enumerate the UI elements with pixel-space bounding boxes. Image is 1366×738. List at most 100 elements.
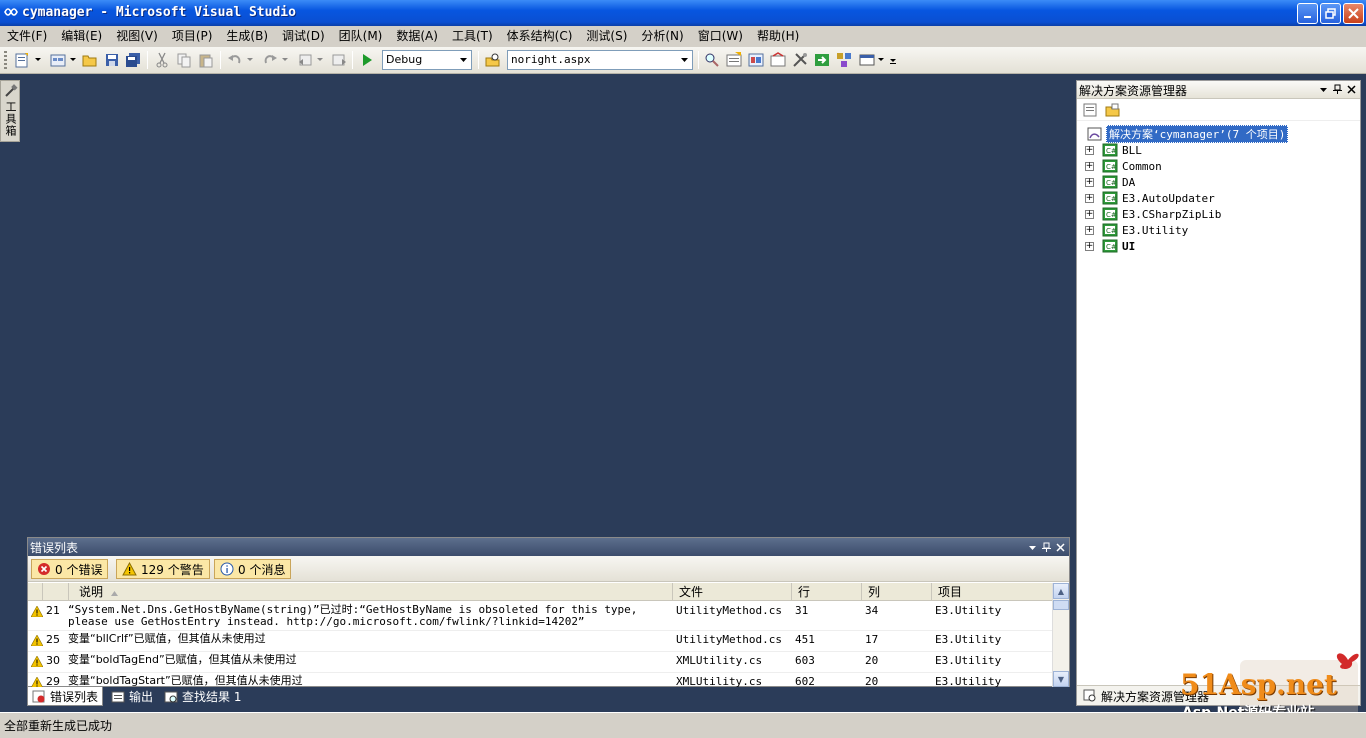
row-column: 17 bbox=[865, 633, 879, 646]
project-label: E3.Utility bbox=[1122, 223, 1189, 237]
column-line[interactable]: 行 bbox=[792, 583, 862, 601]
auto-hide-pin-icon[interactable] bbox=[1333, 83, 1342, 97]
window-title: cymanager - Microsoft Visual Studio bbox=[22, 5, 296, 20]
menu-project[interactable]: 项目(P) bbox=[165, 26, 220, 47]
project-node[interactable]: + C# E3.AutoUpdater bbox=[1085, 190, 1215, 206]
table-row[interactable]: 25 变量“bllCrlf”已赋值，但其值从未使用过 UtilityMethod… bbox=[28, 631, 1052, 652]
menu-test[interactable]: 测试(S) bbox=[579, 26, 634, 47]
project-node[interactable]: + C# E3.CSharpZipLib bbox=[1085, 206, 1221, 222]
dropdown-arrow-icon[interactable] bbox=[315, 51, 325, 69]
expand-icon[interactable]: + bbox=[1085, 225, 1094, 235]
new-project-icon[interactable] bbox=[13, 51, 31, 69]
menu-data[interactable]: 数据(A) bbox=[389, 26, 445, 47]
command-window-icon[interactable] bbox=[858, 51, 876, 69]
save-all-icon[interactable] bbox=[124, 51, 142, 69]
table-row[interactable]: 29 变量“boldTagStart”已赋值，但其值从未使用过 XMLUtili… bbox=[28, 673, 1052, 687]
toolbar-grip[interactable] bbox=[4, 51, 7, 69]
expand-icon[interactable]: + bbox=[1085, 177, 1094, 187]
restore-button[interactable] bbox=[1320, 3, 1341, 24]
redo-icon[interactable] bbox=[261, 51, 279, 69]
column-description[interactable]: 说明 bbox=[69, 583, 673, 601]
messages-filter-button[interactable]: 0 个消息 bbox=[214, 559, 292, 579]
auto-hide-pin-icon[interactable] bbox=[1042, 541, 1051, 555]
class-view-icon[interactable] bbox=[835, 51, 853, 69]
undo-icon[interactable] bbox=[226, 51, 244, 69]
menu-edit[interactable]: 编辑(E) bbox=[54, 26, 109, 47]
column-icon[interactable] bbox=[28, 583, 43, 601]
menu-team[interactable]: 团队(M) bbox=[332, 26, 390, 47]
find-in-files-icon[interactable] bbox=[484, 51, 502, 69]
menu-window[interactable]: 窗口(W) bbox=[691, 26, 750, 47]
tab-error-list[interactable]: 错误列表 bbox=[27, 687, 104, 706]
navigate-backward-icon[interactable] bbox=[297, 51, 315, 69]
column-project[interactable]: 项目 bbox=[932, 583, 1052, 601]
error-list-scrollbar[interactable]: ▲ ▼ bbox=[1052, 583, 1069, 687]
expand-icon[interactable]: + bbox=[1085, 241, 1094, 251]
scroll-up-icon[interactable]: ▲ bbox=[1053, 583, 1069, 599]
toolbox-tab[interactable]: 工具箱 bbox=[0, 80, 20, 142]
column-index[interactable] bbox=[43, 583, 69, 601]
dropdown-arrow-icon[interactable] bbox=[245, 51, 255, 69]
menu-architecture[interactable]: 体系结构(C) bbox=[500, 26, 580, 47]
menu-help[interactable]: 帮助(H) bbox=[750, 26, 806, 47]
navigate-forward-icon[interactable] bbox=[330, 51, 348, 69]
cut-icon[interactable] bbox=[153, 51, 171, 69]
tab-output[interactable]: 输出 bbox=[107, 687, 157, 706]
menu-file[interactable]: 文件(F) bbox=[0, 26, 54, 47]
properties-icon[interactable] bbox=[725, 51, 743, 69]
close-icon[interactable] bbox=[1056, 541, 1065, 555]
import-icon[interactable] bbox=[813, 51, 831, 69]
row-project: E3.Utility bbox=[935, 633, 1002, 646]
tab-find-results[interactable]: 查找结果 1 bbox=[160, 687, 245, 706]
dropdown-arrow-icon[interactable] bbox=[33, 51, 43, 69]
dropdown-arrow-icon[interactable] bbox=[876, 51, 886, 69]
copy-icon[interactable] bbox=[175, 51, 193, 69]
solution-root-node[interactable]: 解决方案‘cymanager’(7 个项目) bbox=[1087, 125, 1289, 143]
scroll-thumb[interactable] bbox=[1053, 600, 1069, 610]
show-all-files-icon[interactable] bbox=[1105, 103, 1120, 120]
bottom-tool-tabs: 错误列表 输出 查找结果 1 bbox=[27, 687, 327, 707]
expand-icon[interactable]: + bbox=[1085, 209, 1094, 219]
start-page-select[interactable]: noright.aspx bbox=[507, 50, 693, 70]
errors-filter-button[interactable]: 0 个错误 bbox=[31, 559, 109, 579]
warnings-filter-button[interactable]: 129 个警告 bbox=[116, 559, 210, 579]
dropdown-arrow-icon[interactable] bbox=[68, 51, 78, 69]
toolbox-icon[interactable] bbox=[769, 51, 787, 69]
menu-view[interactable]: 视图(V) bbox=[109, 26, 165, 47]
column-column[interactable]: 列 bbox=[862, 583, 932, 601]
project-node[interactable]: + C# DA bbox=[1085, 174, 1135, 190]
object-browser-icon[interactable] bbox=[747, 51, 765, 69]
menu-analyze[interactable]: 分析(N) bbox=[634, 26, 690, 47]
menu-debug[interactable]: 调试(D) bbox=[275, 26, 332, 47]
project-node[interactable]: + C# Common bbox=[1085, 158, 1162, 174]
project-node[interactable]: + C# BLL bbox=[1085, 142, 1142, 158]
project-node[interactable]: + C# UI bbox=[1085, 238, 1135, 254]
start-debugging-icon[interactable] bbox=[358, 51, 376, 69]
dropdown-arrow-icon[interactable] bbox=[280, 51, 290, 69]
properties-icon[interactable] bbox=[1083, 103, 1098, 120]
minimize-button[interactable] bbox=[1297, 3, 1318, 24]
close-icon[interactable] bbox=[1347, 83, 1356, 97]
solution-configuration-select[interactable]: Debug bbox=[382, 50, 472, 70]
table-row[interactable]: 21 “System.Net.Dns.GetHostByName(string)… bbox=[28, 602, 1052, 631]
table-row[interactable]: 30 变量“boldTagEnd”已赋值，但其值从未使用过 XMLUtility… bbox=[28, 652, 1052, 673]
add-item-icon[interactable] bbox=[49, 51, 67, 69]
save-icon[interactable] bbox=[103, 51, 121, 69]
menu-tools[interactable]: 工具(T) bbox=[445, 26, 500, 47]
close-button[interactable] bbox=[1343, 3, 1364, 24]
expand-icon[interactable]: + bbox=[1085, 145, 1094, 155]
expand-icon[interactable]: + bbox=[1085, 161, 1094, 171]
column-file[interactable]: 文件 bbox=[673, 583, 792, 601]
visual-studio-icon bbox=[4, 8, 18, 16]
paste-icon[interactable] bbox=[197, 51, 215, 69]
find-icon[interactable] bbox=[703, 51, 721, 69]
expand-icon[interactable]: + bbox=[1085, 193, 1094, 203]
menu-build[interactable]: 生成(B) bbox=[219, 26, 275, 47]
window-position-icon[interactable] bbox=[1028, 541, 1037, 555]
tools-icon[interactable] bbox=[791, 51, 809, 69]
open-folder-icon[interactable] bbox=[81, 51, 99, 69]
project-node[interactable]: + C# E3.Utility bbox=[1085, 222, 1188, 238]
toolbar-overflow-icon[interactable] bbox=[888, 51, 898, 69]
window-position-icon[interactable] bbox=[1319, 83, 1328, 97]
scroll-down-icon[interactable]: ▼ bbox=[1053, 671, 1069, 687]
